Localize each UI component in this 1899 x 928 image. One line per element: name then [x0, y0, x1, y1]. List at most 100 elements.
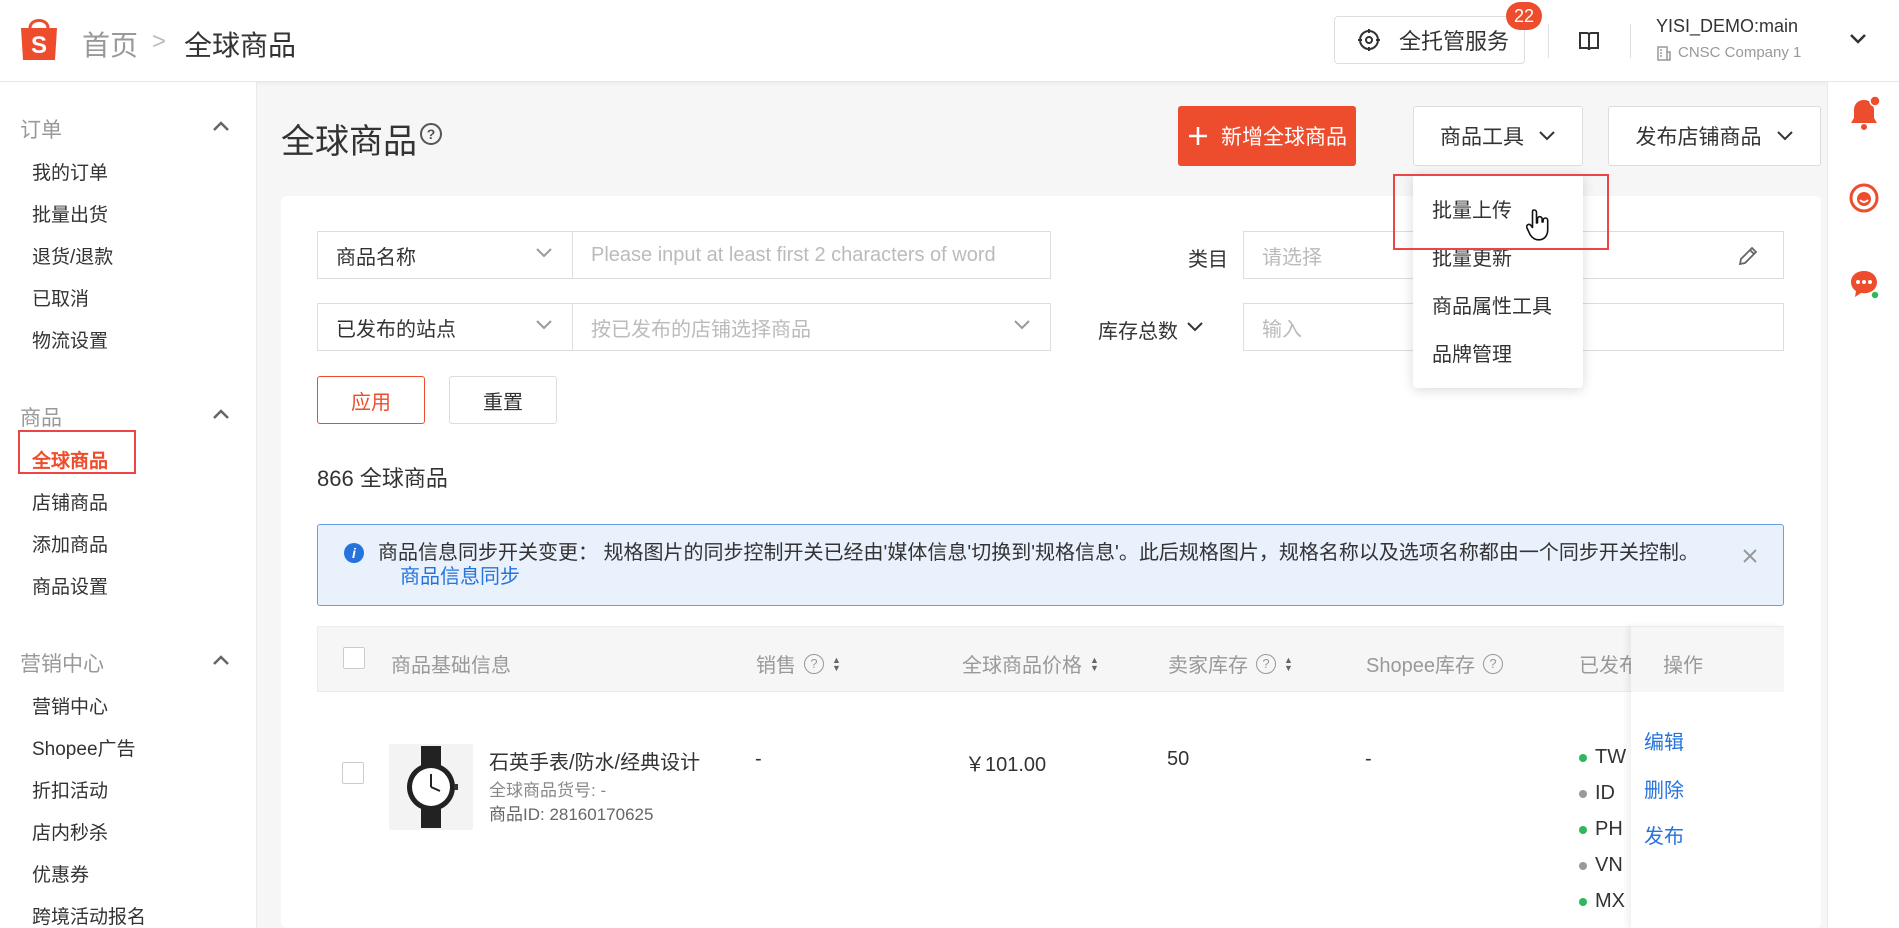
publish-shop-product-button[interactable]: 发布店铺商品: [1608, 106, 1821, 166]
site-item: ID: [1579, 782, 1615, 805]
divider: [1548, 24, 1549, 58]
divider: [1630, 24, 1631, 58]
product-price: ￥101.00: [965, 754, 1047, 776]
col-seller-stock[interactable]: 卖家库存? ▲ ▼: [1168, 649, 1293, 678]
chevron-up-icon[interactable]: [212, 408, 230, 420]
site-code: PH: [1595, 818, 1623, 840]
menu-item-brand-management[interactable]: 品牌管理: [1432, 338, 1512, 367]
service-label: 全托管服务: [1399, 29, 1510, 54]
reset-button[interactable]: 重置: [449, 376, 557, 424]
status-dot: [1579, 897, 1587, 906]
col-actions-label: 操作: [1663, 655, 1703, 677]
site-item: PH: [1579, 818, 1623, 841]
shopee-logo[interactable]: S: [18, 14, 60, 62]
sidebar-item-returns[interactable]: 退货/退款: [32, 242, 113, 269]
sort-icon[interactable]: ▲ ▼: [832, 655, 841, 672]
managed-service-button[interactable]: 全托管服务: [1334, 16, 1525, 64]
product-name-select-value: 商品名称: [336, 246, 416, 269]
add-global-product-label: 新增全球商品: [1221, 126, 1347, 149]
col-global-price[interactable]: 全球商品价格 ▲ ▼: [962, 649, 1099, 678]
row-checkbox[interactable]: [342, 762, 364, 784]
product-name-select[interactable]: 商品名称: [317, 231, 573, 279]
product-thumbnail[interactable]: [389, 744, 473, 830]
sidebar-item-mass-ship[interactable]: 批量出货: [32, 200, 108, 227]
category-label: 类目: [1188, 249, 1228, 271]
sidebar-item-campaigns[interactable]: 跨境活动报名: [32, 902, 146, 928]
sidebar-item-shipping-settings[interactable]: 物流设置: [32, 326, 108, 353]
breadcrumb-separator: >: [152, 28, 167, 55]
table-header: 商品基础信息 销售? ▲ ▼ 全球商品价格 ▲ ▼ 卖家库存? ▲ ▼ Shopee库存? …: [317, 626, 1784, 692]
sidebar-item-discount[interactable]: 折扣活动: [32, 776, 108, 803]
shop-product-select[interactable]: 按已发布的店铺选择商品: [572, 303, 1051, 351]
sort-icon[interactable]: ▲ ▼: [1090, 655, 1099, 672]
menu-item-attribute-tool[interactable]: 商品属性工具: [1432, 290, 1552, 319]
sidebar-item-marketing-center[interactable]: 营销中心: [32, 692, 108, 719]
chevron-down-icon: [1776, 131, 1793, 141]
chevron-down-icon: [536, 320, 552, 330]
help-icon[interactable]: ?: [804, 653, 824, 674]
breadcrumb-home[interactable]: 首页: [82, 24, 138, 64]
published-site-select[interactable]: 已发布的站点: [317, 303, 573, 351]
chat-icon[interactable]: [1848, 268, 1880, 300]
sidebar-section-products[interactable]: 商品: [20, 402, 62, 432]
delete-link[interactable]: 删除: [1644, 774, 1684, 803]
close-icon[interactable]: [1741, 547, 1759, 565]
product-name-placeholder: Please input at least first 2 characters…: [591, 243, 996, 266]
category-placeholder: 请选择: [1262, 246, 1322, 269]
col-published-label: 已发布: [1579, 655, 1639, 677]
sidebar-item-add-product[interactable]: 添加商品: [32, 530, 108, 557]
select-all-checkbox[interactable]: [343, 647, 365, 669]
help-icon[interactable]: ?: [1256, 653, 1276, 674]
sidebar-section-marketing[interactable]: 营销中心: [20, 648, 104, 678]
book-icon[interactable]: [1578, 30, 1600, 52]
sidebar-item-my-orders[interactable]: 我的订单: [32, 158, 108, 185]
chevron-up-icon[interactable]: [212, 654, 230, 666]
sidebar-item-cancelled[interactable]: 已取消: [32, 284, 89, 311]
col-shopee-stock-label: Shopee库存: [1366, 655, 1475, 677]
seller-stock: 50: [1167, 748, 1190, 770]
operations-header: 操作: [1631, 626, 1784, 692]
chevron-down-icon[interactable]: [1848, 32, 1868, 46]
col-sales[interactable]: 销售? ▲ ▼: [756, 649, 841, 678]
product-name-input[interactable]: Please input at least first 2 characters…: [572, 231, 1051, 279]
site-item: MX: [1579, 890, 1625, 913]
sort-icon[interactable]: ▲ ▼: [1284, 655, 1293, 672]
product-sku: 全球商品货号: -: [489, 781, 607, 800]
chevron-up-icon[interactable]: [212, 120, 230, 132]
edit-link[interactable]: 编辑: [1644, 726, 1684, 755]
status-dot: [1579, 825, 1587, 834]
sidebar-item-flash-sale[interactable]: 店内秒杀: [32, 818, 108, 845]
info-icon: i: [344, 543, 364, 563]
sidebar: 订单 我的订单 批量出货 退货/退款 已取消 物流设置 商品 全球商品 店铺商品…: [0, 82, 257, 928]
help-icon[interactable]: ?: [1482, 653, 1503, 674]
stock-placeholder: 输入: [1262, 318, 1302, 341]
account-name[interactable]: YISI_DEMO:main: [1656, 16, 1798, 37]
customer-service-icon[interactable]: [1848, 182, 1880, 214]
help-icon[interactable]: ?: [420, 123, 442, 145]
chevron-down-icon[interactable]: [1186, 321, 1204, 333]
col-basic-info-label: 商品基础信息: [391, 655, 511, 677]
sidebar-item-vouchers[interactable]: 优惠券: [32, 860, 89, 887]
col-sales-label: 销售: [756, 655, 796, 677]
sidebar-item-shopee-ads[interactable]: Shopee广告: [32, 734, 136, 761]
col-seller-stock-label: 卖家库存: [1168, 655, 1248, 677]
notice-message: 商品信息同步开关变更： 规格图片的同步控制开关已经由'媒体信息'切换到'规格信息…: [378, 542, 1699, 564]
plus-icon: [1189, 127, 1207, 145]
chevron-down-icon: [536, 248, 552, 258]
sidebar-item-product-settings[interactable]: 商品设置: [32, 572, 108, 599]
publish-link[interactable]: 发布: [1644, 820, 1684, 849]
apply-button[interactable]: 应用: [317, 376, 425, 424]
sync-settings-link[interactable]: 商品信息同步: [400, 566, 520, 588]
sidebar-section-orders[interactable]: 订单: [20, 114, 62, 144]
sidebar-item-shop-products[interactable]: 店铺商品: [32, 488, 108, 515]
add-global-product-button[interactable]: 新增全球商品: [1178, 106, 1356, 166]
product-tools-button[interactable]: 商品工具: [1413, 106, 1583, 166]
published-site-select-value: 已发布的站点: [336, 318, 456, 341]
edit-icon[interactable]: [1737, 245, 1759, 267]
bell-icon[interactable]: [1848, 96, 1880, 132]
shopee-stock: -: [1365, 748, 1372, 770]
product-name[interactable]: 石英手表/防水/经典设计: [489, 746, 700, 775]
site-code: ID: [1595, 782, 1615, 804]
stock-total-label[interactable]: 库存总数: [1098, 315, 1178, 344]
sync-notice-text: 商品信息同步开关变更： 规格图片的同步控制开关已经由'媒体信息'切换到'规格信息…: [378, 541, 1738, 589]
